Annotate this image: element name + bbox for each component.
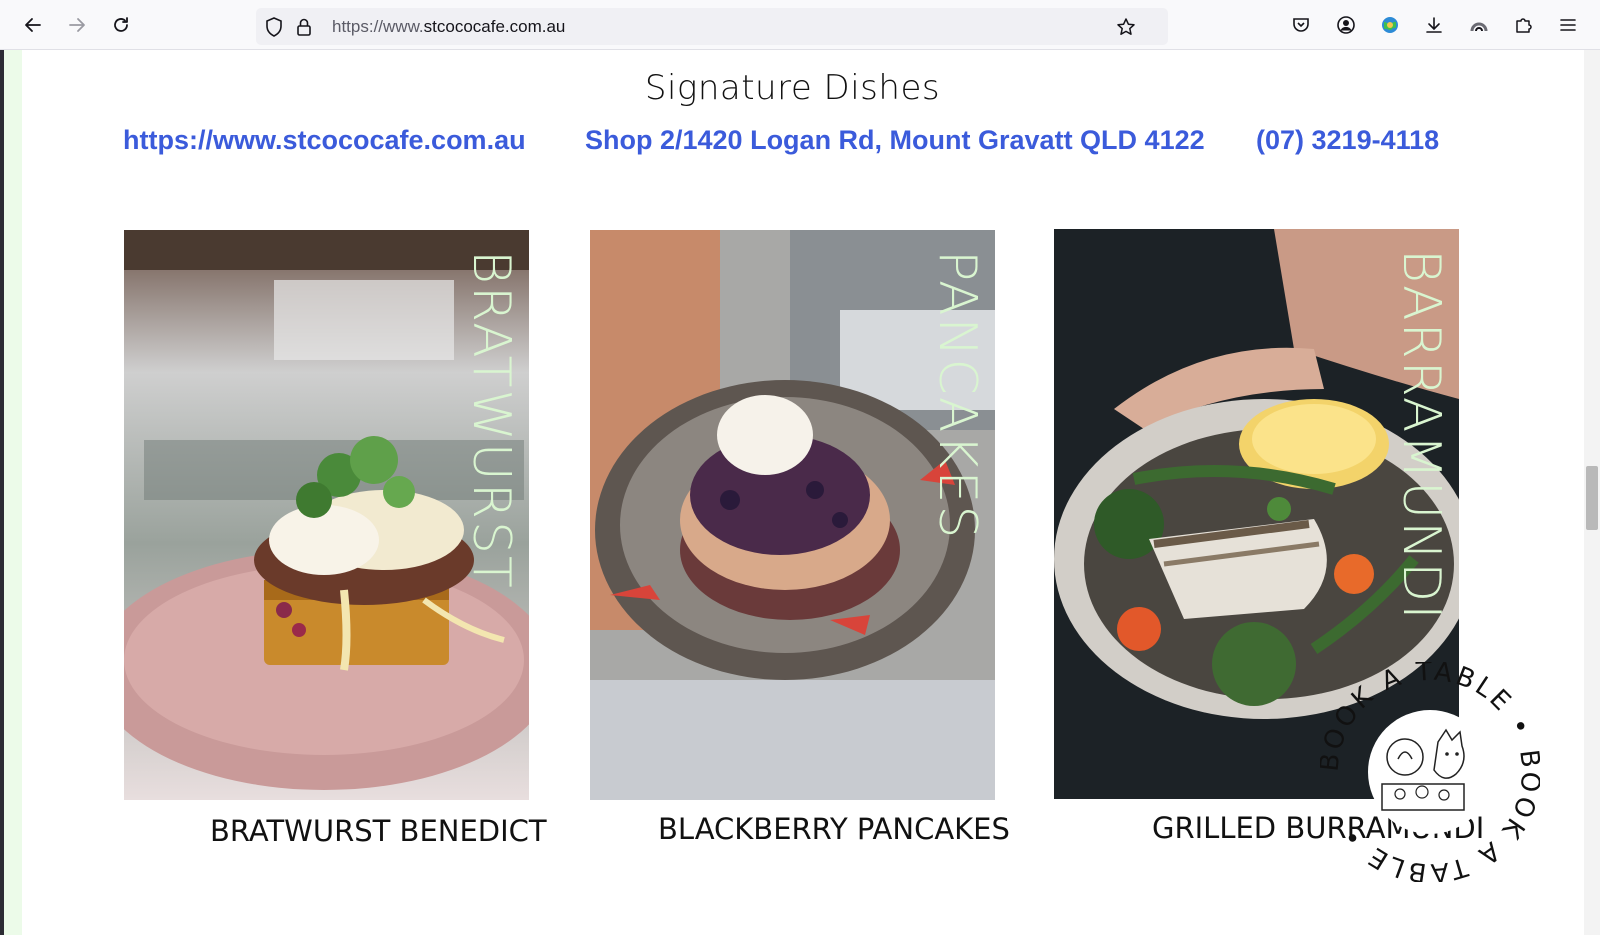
page-title: Signature Dishes: [644, 68, 941, 108]
menu-hamburger-icon[interactable]: [1555, 12, 1581, 38]
vertical-label: BARRAMUNDI: [1391, 249, 1451, 622]
dish-name-bratwurst-benedict: BRATWURST BENEDICT: [210, 814, 547, 848]
scrollbar-thumb[interactable]: [1586, 466, 1598, 530]
reload-button[interactable]: [106, 10, 136, 40]
vertical-label: BRATWURST: [461, 250, 521, 590]
dish-name-blackberry-pancakes: BLACKBERRY PANCAKES: [658, 812, 1010, 846]
dish-card-pancakes[interactable]: PANCAKES: [590, 230, 995, 800]
scrollbar[interactable]: [1584, 50, 1600, 935]
arrow-left-icon: [25, 18, 41, 32]
account-icon[interactable]: [1333, 12, 1359, 38]
contact-info-row: https://www.stcococafe.com.au Shop 2/142…: [0, 125, 1585, 165]
url-domain: stcococafe.com.au: [423, 17, 566, 36]
dish-card-bratwurst[interactable]: BRATWURST: [124, 230, 529, 800]
extensions-puzzle-icon[interactable]: [1510, 12, 1536, 38]
address-link[interactable]: Shop 2/1420 Logan Rd, Mount Gravatt QLD …: [585, 125, 1205, 156]
lock-icon[interactable]: [292, 15, 316, 39]
back-button[interactable]: [18, 10, 48, 40]
url-text[interactable]: https://www.stcococafe.com.au: [332, 17, 565, 37]
badge-center: [1368, 710, 1492, 834]
reload-icon: [114, 17, 128, 32]
vertical-label: PANCAKES: [927, 250, 987, 541]
forward-button[interactable]: [62, 10, 92, 40]
pocket-icon[interactable]: [1288, 12, 1314, 38]
firefox-view-icon[interactable]: [1466, 12, 1492, 38]
url-prefix: https://www.: [332, 17, 424, 36]
downloads-icon[interactable]: [1421, 12, 1447, 38]
shield-icon[interactable]: [262, 15, 286, 39]
address-bar[interactable]: https://www.stcococafe.com.au: [256, 8, 1168, 45]
page-left-border: [0, 50, 22, 935]
page-viewport: Signature Dishes https://www.stcococafe.…: [0, 50, 1600, 935]
extension-globe-icon[interactable]: [1377, 12, 1403, 38]
bookmark-star-icon[interactable]: [1114, 15, 1138, 39]
website-link[interactable]: https://www.stcococafe.com.au: [123, 125, 526, 156]
book-a-table-badge[interactable]: BOOK A TABLE • BOOK A TABLE •: [1315, 657, 1543, 888]
arrow-right-icon: [69, 18, 85, 32]
phone-link[interactable]: (07) 3219-4118: [1256, 125, 1439, 156]
browser-toolbar: https://www.stcococafe.com.au: [0, 0, 1600, 50]
